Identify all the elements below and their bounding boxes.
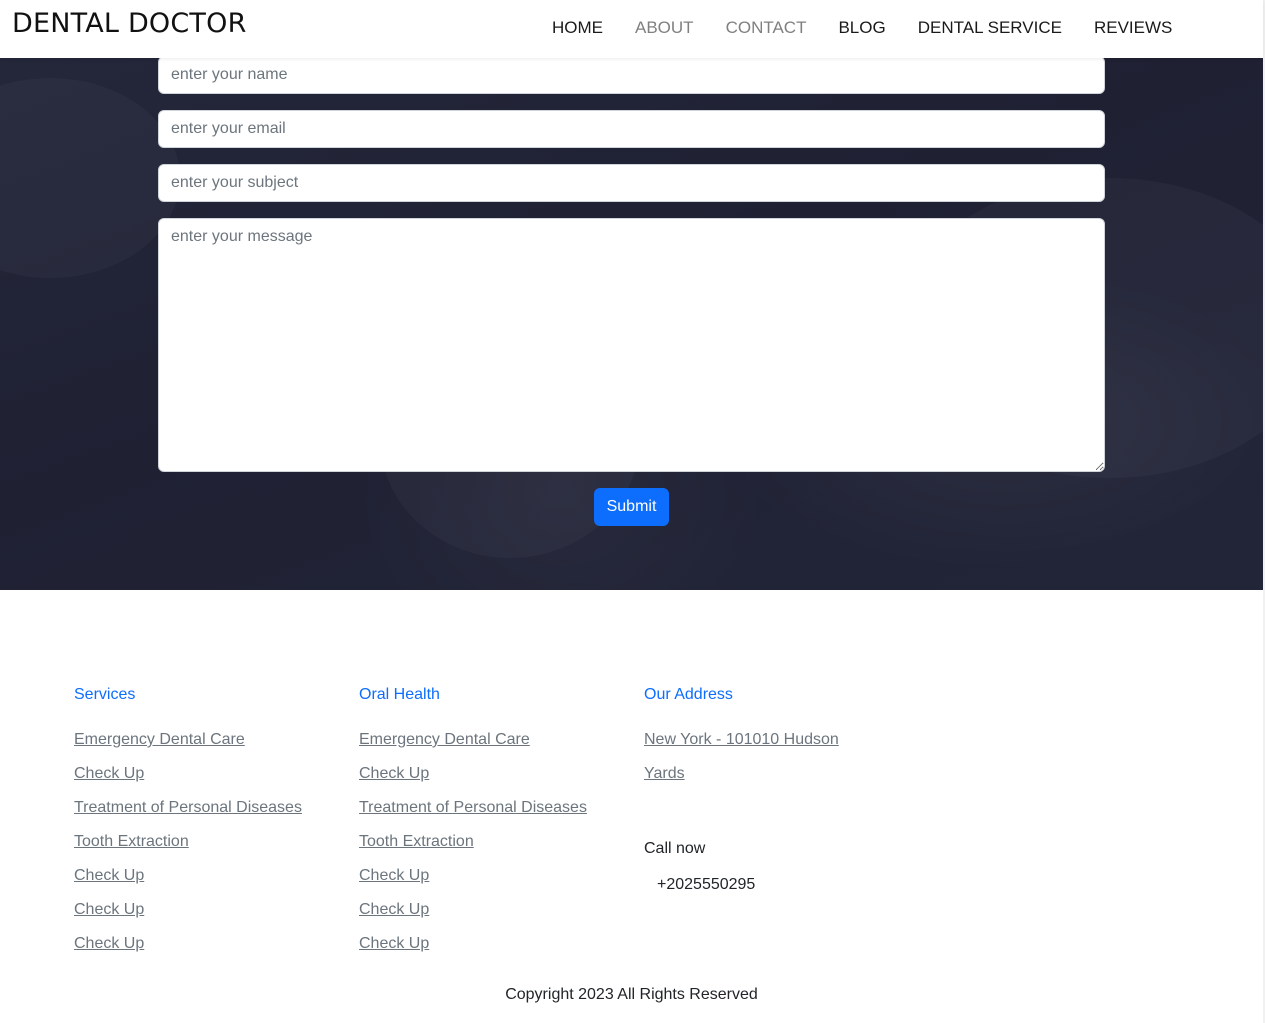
services-link-check-up[interactable]: Check Up <box>74 867 302 885</box>
oral-health-link-check-up[interactable]: Check Up <box>359 901 587 919</box>
nav-blog[interactable]: BLOG <box>838 18 885 38</box>
footer-services-column: Services Emergency Dental Care Check Up … <box>74 686 302 969</box>
submit-button[interactable]: Submit <box>594 488 669 526</box>
services-heading: Services <box>74 686 136 703</box>
footer-oral-health-column: Oral Health Emergency Dental Care Check … <box>359 686 587 969</box>
address-link[interactable]: New York - 101010 Hudson Yards <box>644 723 854 791</box>
oral-health-link-check-up[interactable]: Check Up <box>359 867 587 885</box>
phone-number: +2025550295 <box>657 876 756 893</box>
address-heading: Our Address <box>644 686 733 703</box>
message-textarea[interactable] <box>158 218 1105 472</box>
email-input[interactable] <box>158 110 1105 148</box>
oral-health-link-check-up[interactable]: Check Up <box>359 765 587 783</box>
nav-links: HOME ABOUT CONTACT BLOG DENTAL SERVICE R… <box>552 18 1204 38</box>
oral-health-link-check-up[interactable]: Check Up <box>359 935 587 953</box>
contact-section: Submit <box>0 58 1263 590</box>
services-link-check-up[interactable]: Check Up <box>74 935 302 953</box>
nav-about[interactable]: ABOUT <box>635 18 694 38</box>
oral-health-heading: Oral Health <box>359 686 440 703</box>
subject-input[interactable] <box>158 164 1105 202</box>
copyright-text: Copyright 2023 All Rights Reserved <box>505 986 758 1003</box>
oral-health-link-emergency-dental-care[interactable]: Emergency Dental Care <box>359 731 587 749</box>
nav-home[interactable]: HOME <box>552 18 603 38</box>
services-link-emergency-dental-care[interactable]: Emergency Dental Care <box>74 731 302 749</box>
background-image-shape <box>0 78 180 278</box>
nav-contact[interactable]: CONTACT <box>726 18 807 38</box>
services-link-treatment[interactable]: Treatment of Personal Diseases <box>74 799 302 817</box>
call-now-label: Call now <box>644 840 706 857</box>
footer: Services Emergency Dental Care Check Up … <box>0 590 1263 1023</box>
nav-reviews[interactable]: REVIEWS <box>1094 18 1172 38</box>
name-input[interactable] <box>158 58 1105 94</box>
nav-dental-service[interactable]: DENTAL SERVICE <box>918 18 1062 38</box>
services-link-tooth-extraction[interactable]: Tooth Extraction <box>74 833 302 851</box>
brand-logo[interactable]: DENTAL DOCTOR <box>12 8 247 39</box>
services-link-check-up[interactable]: Check Up <box>74 901 302 919</box>
footer-address-column: Our Address New York - 101010 Hudson Yar… <box>644 686 904 906</box>
services-link-check-up[interactable]: Check Up <box>74 765 302 783</box>
navbar: DENTAL DOCTOR HOME ABOUT CONTACT BLOG DE… <box>0 0 1263 58</box>
oral-health-link-treatment[interactable]: Treatment of Personal Diseases <box>359 799 587 817</box>
oral-health-link-tooth-extraction[interactable]: Tooth Extraction <box>359 833 587 851</box>
